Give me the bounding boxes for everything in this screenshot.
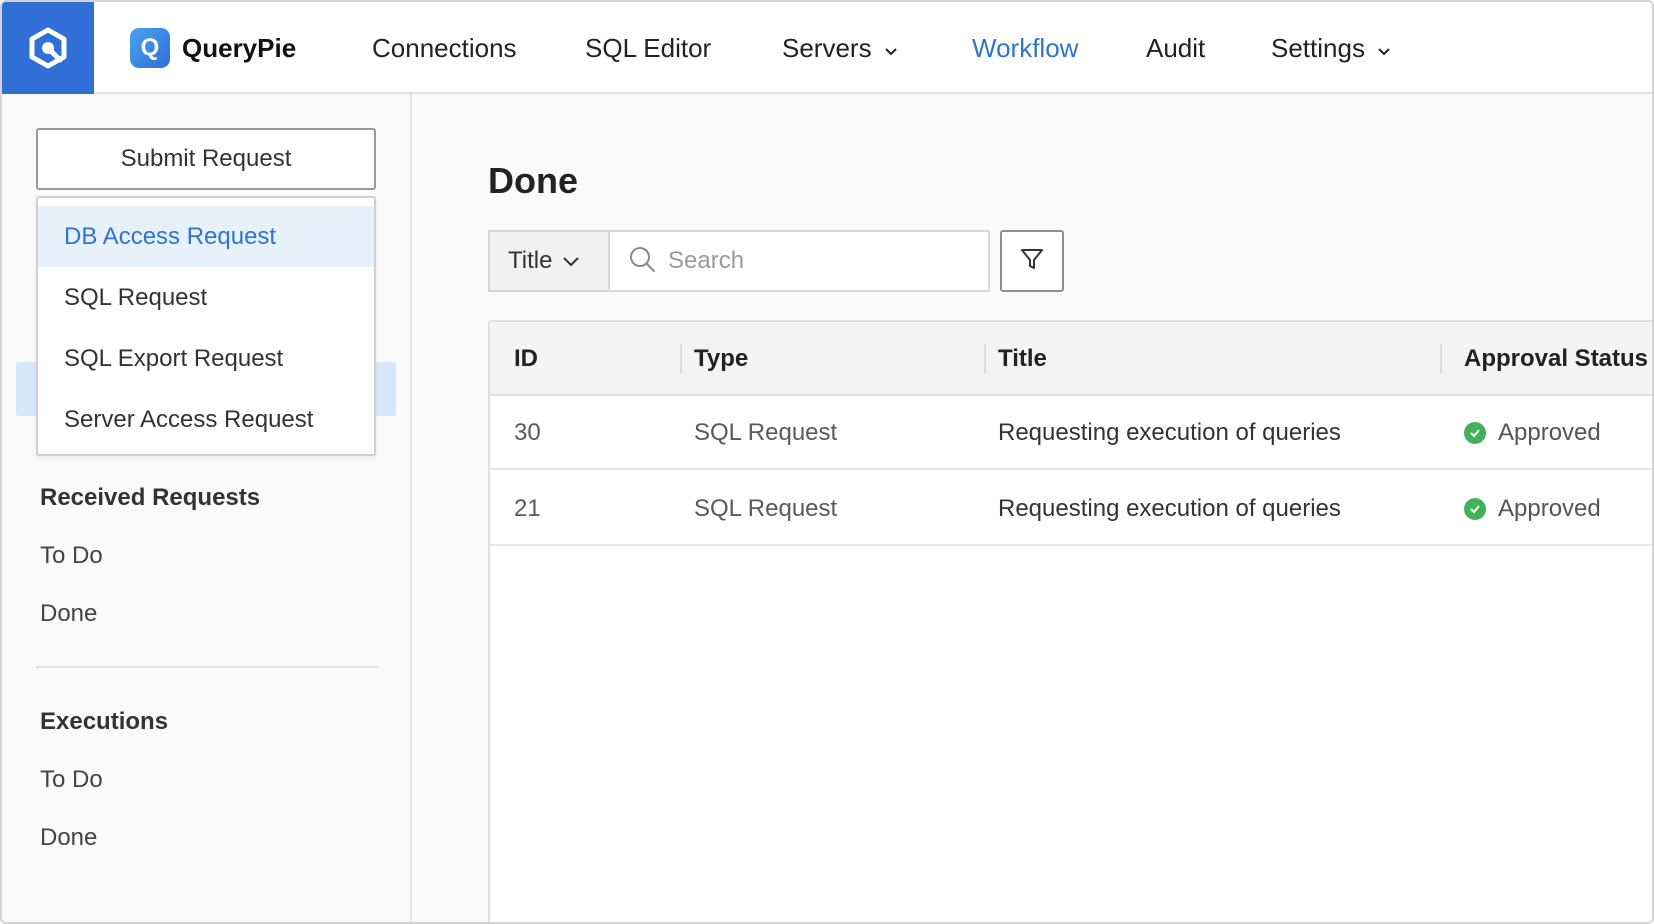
nav-audit[interactable]: Audit: [1146, 2, 1205, 94]
cell-title: Requesting execution of queries: [998, 495, 1341, 522]
column-header-type[interactable]: Type: [694, 322, 748, 396]
submit-request-button[interactable]: Submit Request: [36, 128, 376, 190]
column-header-id[interactable]: ID: [514, 322, 538, 396]
status-label: Approved: [1498, 495, 1601, 522]
nav-settings[interactable]: Settings: [1271, 2, 1391, 94]
home-logo-button[interactable]: [2, 2, 94, 94]
search-field-select[interactable]: Title: [488, 230, 610, 292]
cell-type: SQL Request: [694, 495, 838, 522]
table-row[interactable]: 30 SQL Request Requesting execution of q…: [490, 396, 1652, 470]
main-content: Done Title ID: [412, 94, 1652, 922]
nav-settings-label: Settings: [1271, 32, 1365, 63]
executions-heading: Executions: [40, 708, 169, 735]
received-requests-heading: Received Requests: [40, 484, 261, 511]
search-icon: [628, 245, 656, 278]
table-row[interactable]: 21 SQL Request Requesting execution of q…: [490, 472, 1652, 546]
requests-table: ID Type Title Approval Status 30 SQL Req…: [488, 320, 1652, 922]
approved-check-icon: [1464, 422, 1486, 444]
search-box: [608, 230, 990, 292]
filter-button[interactable]: [1000, 230, 1064, 292]
page-title: Done: [488, 160, 578, 201]
nav-audit-label: Audit: [1146, 32, 1206, 63]
sidebar: Submit Request DB Access Request SQL Req…: [2, 94, 412, 922]
dropdown-item-sql-request[interactable]: SQL Request: [38, 267, 374, 328]
nav-sql-editor-label: SQL Editor: [585, 32, 712, 63]
nav-servers-label: Servers: [782, 32, 872, 63]
sidebar-item-received-done[interactable]: Done: [40, 600, 97, 628]
search-input[interactable]: [668, 247, 968, 275]
dropdown-item-server-access-request[interactable]: Server Access Request: [38, 389, 374, 450]
request-type-dropdown: DB Access Request SQL Request SQL Export…: [36, 196, 376, 456]
nav-sql-editor[interactable]: SQL Editor: [585, 2, 711, 94]
table-header: ID Type Title Approval Status: [490, 322, 1652, 396]
brand-icon: Q: [130, 28, 170, 68]
search-field-select-label: Title: [508, 247, 553, 274]
column-divider[interactable]: [1440, 344, 1442, 374]
cell-id: 21: [514, 495, 541, 522]
column-divider[interactable]: [680, 344, 682, 374]
status-label: Approved: [1498, 419, 1601, 446]
querypie-logo-icon: [29, 27, 67, 69]
nav-workflow[interactable]: Workflow: [972, 2, 1078, 94]
approved-check-icon: [1464, 498, 1486, 520]
chevron-down-icon: [1377, 33, 1391, 64]
sidebar-item-executions-done[interactable]: Done: [40, 824, 97, 852]
brand: Q QueryPie: [130, 28, 296, 68]
nav-servers[interactable]: Servers: [782, 2, 898, 94]
sidebar-item-received-todo[interactable]: To Do: [40, 542, 103, 570]
cell-approval-status: Approved: [1464, 396, 1601, 470]
cell-id: 30: [514, 419, 541, 446]
chevron-down-icon: [884, 33, 898, 64]
column-divider[interactable]: [984, 344, 986, 374]
dropdown-item-sql-export-request[interactable]: SQL Export Request: [38, 328, 374, 389]
column-header-approval-status[interactable]: Approval Status: [1464, 322, 1648, 396]
app-window: Q QueryPie Connections SQL Editor Server…: [0, 0, 1654, 924]
nav-connections-label: Connections: [372, 32, 517, 63]
column-header-title[interactable]: Title: [998, 322, 1047, 396]
nav-workflow-label: Workflow: [972, 32, 1079, 63]
sidebar-item-executions-todo[interactable]: To Do: [40, 766, 103, 794]
cell-type: SQL Request: [694, 419, 838, 446]
cell-approval-status: Approved: [1464, 472, 1601, 546]
cell-title: Requesting execution of queries: [998, 419, 1341, 446]
brand-name: QueryPie: [182, 32, 297, 63]
chevron-down-icon: [562, 247, 580, 275]
filter-icon: [1019, 246, 1045, 277]
top-navigation-bar: Q QueryPie Connections SQL Editor Server…: [2, 2, 1652, 94]
dropdown-item-db-access-request[interactable]: DB Access Request: [38, 206, 374, 267]
nav-connections[interactable]: Connections: [372, 2, 517, 94]
sidebar-divider: [36, 666, 378, 668]
